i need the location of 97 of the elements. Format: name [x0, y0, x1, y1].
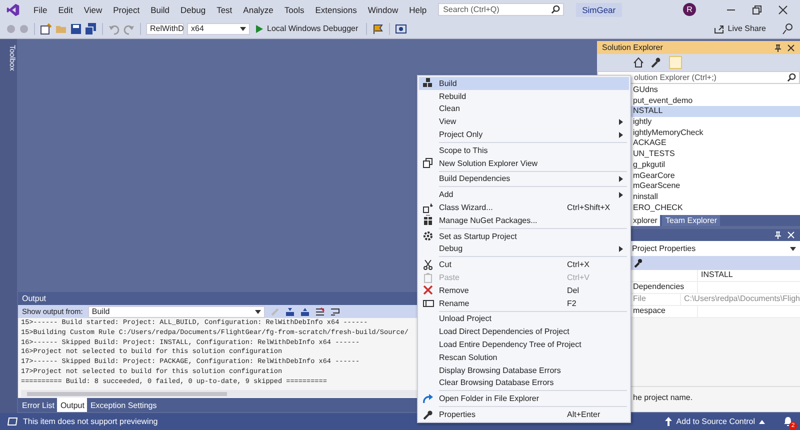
- menu-item[interactable]: Scope to This: [419, 144, 629, 157]
- property-name: mespace: [633, 306, 666, 315]
- caret-icon: [759, 420, 765, 424]
- menu-item[interactable]: Unload Project: [419, 312, 629, 326]
- property-name: Dependencies: [633, 282, 684, 291]
- menu-item[interactable]: Build: [419, 77, 629, 90]
- screenshot-icon[interactable]: [395, 22, 408, 34]
- menu-item[interactable]: View: [78, 4, 108, 14]
- bell-icon[interactable]: [783, 416, 793, 427]
- up-arrow-icon: [665, 417, 672, 426]
- property-value: INSTALL: [701, 270, 733, 279]
- menu-item[interactable]: Class Wizard... Ctrl+Shift+X: [419, 201, 629, 214]
- home-icon[interactable]: [633, 57, 644, 68]
- menu-item[interactable]: Rename F2: [419, 296, 629, 310]
- menu-item[interactable]: Properties Alt+Enter: [419, 408, 629, 421]
- menu-item[interactable]: View: [419, 115, 629, 128]
- menu-item[interactable]: Build: [145, 4, 176, 14]
- menu-item[interactable]: Project Only: [419, 128, 629, 141]
- save-icon[interactable]: [70, 22, 82, 34]
- menu-item[interactable]: Add: [419, 188, 629, 202]
- menu-item[interactable]: Open Folder in File Explorer: [419, 392, 629, 406]
- clipboard-icon: [423, 272, 433, 283]
- menu-item[interactable]: Rescan Solution: [419, 350, 629, 364]
- source-dropdown[interactable]: Build: [88, 306, 265, 318]
- search-field[interactable]: Search (Ctrl+Q): [438, 3, 564, 16]
- debugger-button[interactable]: Local Windows Debugger: [253, 24, 362, 33]
- live-share-button[interactable]: Live Share: [710, 24, 769, 34]
- feedback-icon[interactable]: [782, 22, 794, 34]
- menu-item[interactable]: Display Browsing Database Errors: [419, 364, 629, 377]
- menu-item[interactable]: Build Dependencies: [419, 172, 629, 186]
- avatar[interactable]: R: [683, 3, 696, 16]
- menu-item[interactable]: Edit: [52, 4, 78, 14]
- search-icon: [551, 5, 560, 14]
- x-icon: [423, 285, 433, 296]
- menu-item[interactable]: Cut Ctrl+X: [419, 258, 629, 272]
- textbox-icon: [422, 298, 434, 308]
- property-description: he project name.: [633, 393, 693, 402]
- blocks-icon: [423, 78, 433, 88]
- gear-icon: [423, 231, 433, 242]
- caret-icon: [240, 26, 246, 30]
- preview-icon: [7, 417, 18, 426]
- word-wrap-icon[interactable]: [330, 306, 340, 316]
- menu-item[interactable]: Extensions: [310, 4, 362, 14]
- clear-icon[interactable]: [314, 306, 325, 316]
- menu-item[interactable]: Clear Browsing Database Errors: [419, 376, 629, 390]
- menu-item[interactable]: Window: [362, 4, 404, 14]
- source-control-button[interactable]: Add to Source Control: [662, 417, 768, 426]
- submenu-arrow-icon: [619, 176, 623, 182]
- sparkle-icon: [423, 202, 433, 213]
- platform-dropdown[interactable]: x64: [187, 22, 250, 34]
- windows-icon: [423, 158, 433, 168]
- menu-item[interactable]: Project: [108, 4, 146, 14]
- property-value: C:\Users\redpa\Documents\Fligh: [684, 294, 800, 303]
- menu-item[interactable]: Debug: [175, 4, 212, 14]
- caret-icon: [254, 310, 261, 314]
- submenu-arrow-icon: [619, 246, 623, 252]
- panel-title: Output: [22, 294, 46, 303]
- menu-item[interactable]: Remove Del: [419, 284, 629, 297]
- play-icon: [256, 24, 263, 32]
- flag-icon[interactable]: [372, 22, 384, 34]
- new-project-icon[interactable]: [40, 22, 52, 34]
- scissors-icon: [423, 260, 433, 270]
- menu-item[interactable]: File: [28, 4, 53, 14]
- save-all-icon[interactable]: [85, 22, 97, 34]
- caret-icon: [790, 246, 796, 250]
- close-icon[interactable]: [787, 44, 795, 52]
- configuration-dropdown[interactable]: RelWithD: [146, 22, 184, 34]
- menu-item[interactable]: Test: [211, 4, 238, 14]
- wrench-icon[interactable]: [650, 57, 661, 68]
- menu-item[interactable]: Tools: [278, 4, 310, 14]
- wrench-icon: [423, 410, 433, 420]
- menu-item[interactable]: Analyze: [238, 4, 279, 14]
- next-icon[interactable]: [300, 306, 310, 316]
- panel-tab[interactable]: Team Explorer: [662, 215, 720, 226]
- status-message: This item does not support previewing: [23, 417, 158, 426]
- solution-name: SimGear: [576, 2, 622, 16]
- menu-item[interactable]: Help: [404, 4, 432, 14]
- property-name: File: [633, 294, 646, 303]
- search-icon: [787, 73, 796, 82]
- menu-item[interactable]: Set as Startup Project: [419, 230, 629, 243]
- package-icon: [423, 215, 433, 226]
- panel-tab[interactable]: Output: [57, 398, 88, 412]
- logo-icon: [6, 2, 20, 16]
- restore-icon[interactable]: [752, 4, 762, 14]
- submenu-arrow-icon: [619, 192, 623, 198]
- wrench-icon[interactable]: [633, 258, 643, 268]
- pin-icon[interactable]: [774, 44, 782, 52]
- menu-item[interactable]: Rebuild: [419, 90, 629, 103]
- menu-item[interactable]: Load Direct Dependencies of Project: [419, 325, 629, 338]
- curved-arrow-icon: [423, 394, 433, 404]
- menu-item[interactable]: Manage NuGet Packages...: [419, 214, 629, 227]
- previous-icon[interactable]: [284, 306, 295, 316]
- menu-item[interactable]: New Solution Explorer View: [419, 156, 629, 170]
- menu-item[interactable]: Load Entire Dependency Tree of Project: [419, 338, 629, 351]
- share-icon: [714, 24, 724, 34]
- panel-title: Solution Explorer: [602, 43, 663, 52]
- close-icon[interactable]: [778, 4, 788, 14]
